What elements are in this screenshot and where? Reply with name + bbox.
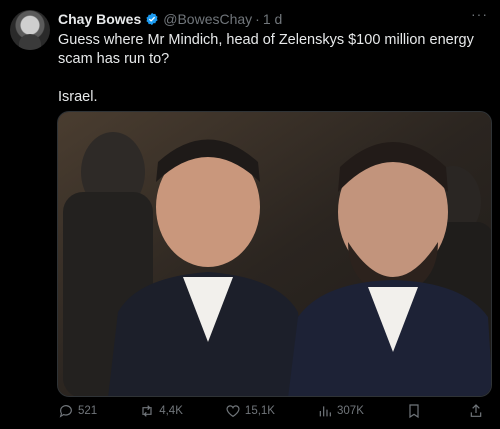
bookmark-button[interactable] [406,403,426,419]
author-handle[interactable]: @BowesChay [163,11,252,27]
reply-icon [59,405,72,418]
more-options-icon[interactable]: ··· [471,6,488,22]
repost-icon [142,405,152,417]
heart-icon [226,405,240,418]
author-name[interactable]: Chay Bowes [58,11,141,27]
repost-button[interactable]: 4,4K [139,403,183,419]
repost-count: 4,4K [159,405,183,417]
bookmark-icon [409,404,419,419]
tweet-image[interactable] [57,111,492,397]
tweet-text-line2: Israel. [58,89,98,105]
tweet-text: Guess where Mr Mindich, head of Zelensky… [58,31,488,107]
tweet-actions: 521 4,4K 15,1K 307K [58,401,488,421]
tweet-text-line1: Guess where Mr Mindich, head of Zelensky… [58,32,478,67]
like-button[interactable]: 15,1K [225,403,275,419]
tweet[interactable]: Chay Bowes @BowesChay · 1 d ··· Guess wh… [0,0,500,429]
reply-button[interactable]: 521 [58,403,97,419]
reply-count: 521 [78,405,98,417]
photo-illustration [58,112,491,396]
share-icon [470,404,482,417]
like-count: 15,1K [244,405,275,417]
tweet-header: Chay Bowes @BowesChay · 1 d [58,10,282,28]
separator-dot: · [255,11,260,27]
author-avatar[interactable] [10,10,50,50]
tweet-timestamp[interactable]: 1 d [263,11,282,27]
views-button[interactable]: 307K [317,403,364,419]
view-count: 307K [337,405,364,417]
verified-badge-icon [146,12,158,26]
views-chart-icon [319,406,331,417]
share-button[interactable] [468,403,488,419]
